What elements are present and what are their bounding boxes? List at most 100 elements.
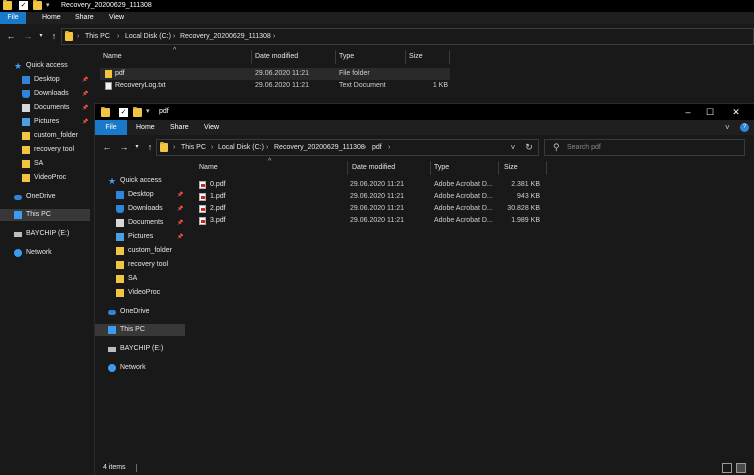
nav-item-sa[interactable]: SA [22, 158, 90, 170]
breadcrumb-chevron-icon[interactable]: › [211, 140, 213, 155]
breadcrumb-chevron-icon[interactable]: › [273, 29, 275, 44]
back-arrow-icon[interactable]: ← [101, 141, 113, 153]
breadcrumb-chevron-icon[interactable]: › [388, 140, 390, 155]
back-tab-view[interactable]: View [103, 12, 130, 24]
nav-item-quick-access[interactable]: ★ Quick access [108, 175, 185, 187]
help-icon[interactable]: ? [740, 123, 749, 132]
breadcrumb-chevron-icon[interactable]: › [266, 140, 268, 155]
quick-access-toolbar-dropdown-icon[interactable]: ▾ [146, 107, 150, 117]
nav-item-desktop[interactable]: Desktop 📌 [116, 189, 185, 201]
breadcrumb-chevron-icon[interactable]: › [117, 29, 119, 44]
nav-item-baychip-e[interactable]: BAYCHIP (E:) [108, 343, 185, 355]
front-col-date[interactable]: Date modified [352, 161, 395, 175]
nav-item-downloads[interactable]: Downloads 📌 [22, 88, 90, 100]
file-size: 1 KB [432, 82, 448, 89]
front-address-bar[interactable]: › This PC › Local Disk (C:) › Recovery_2… [156, 139, 539, 156]
file-row[interactable]: RecoveryLog.txt 29.06.2020 11:21 Text Docu… [100, 80, 450, 92]
breadcrumb-recovery-folder[interactable]: Recovery_20200629_111308 [180, 29, 271, 44]
back-address-bar[interactable]: › This PC › Local Disk (C:) › Recovery_2… [61, 28, 754, 45]
file-row[interactable]: 0.pdf 29.06.2020 11:21 Adobe Acrobat D... 2… [195, 179, 547, 191]
nav-item-this-pc[interactable]: This PC [95, 324, 185, 336]
quick-access-toolbar-dropdown-icon[interactable]: ▾ [46, 1, 50, 11]
large-icons-view-icon[interactable] [736, 463, 746, 473]
nav-item-documents[interactable]: Documents 📌 [116, 217, 185, 229]
nav-item-desktop[interactable]: Desktop 📌 [22, 74, 90, 86]
column-divider[interactable] [449, 50, 450, 64]
nav-item-pictures[interactable]: Pictures 📌 [116, 231, 185, 243]
front-tab-view[interactable]: View [198, 120, 225, 135]
minimize-icon[interactable]: – [677, 104, 699, 120]
recent-locations-chevron-icon[interactable]: ▾ [35, 30, 47, 42]
breadcrumb-chevron-icon[interactable]: › [173, 140, 175, 155]
nav-item-videoproc[interactable]: VideoProc [116, 287, 185, 299]
front-search-box[interactable]: ⚲ Search pdf [544, 139, 745, 156]
nav-item-network[interactable]: Network [14, 247, 90, 259]
address-dropdown-chevron-icon[interactable]: ˅ [507, 140, 519, 155]
properties-icon[interactable]: ✓ [19, 1, 28, 10]
breadcrumb-pdf[interactable]: pdf [372, 140, 382, 155]
nav-item-network[interactable]: Network [108, 362, 185, 374]
column-divider[interactable] [335, 50, 336, 64]
file-row[interactable]: 3.pdf 29.06.2020 11:21 Adobe Acrobat D... 1… [195, 215, 547, 227]
recent-locations-chevron-icon[interactable]: ▾ [131, 141, 143, 153]
forward-arrow-icon[interactable]: → [22, 30, 34, 42]
front-tab-home[interactable]: Home [130, 120, 161, 135]
column-divider[interactable] [251, 50, 252, 64]
breadcrumb-this-pc[interactable]: This PC [181, 140, 206, 155]
back-tab-home[interactable]: Home [36, 12, 67, 24]
up-arrow-icon[interactable]: ↑ [144, 141, 156, 153]
breadcrumb-recovery-folder[interactable]: Recovery_20200629_111308 [274, 140, 365, 155]
new-folder-icon[interactable] [33, 0, 42, 10]
breadcrumb-chevron-icon[interactable]: › [364, 140, 366, 155]
nav-item-onedrive[interactable]: OneDrive [14, 191, 90, 203]
nav-item-pictures[interactable]: Pictures 📌 [22, 116, 90, 128]
front-col-name[interactable]: Name [199, 161, 218, 175]
nav-item-custom-folder[interactable]: custom_folder [116, 245, 185, 257]
back-col-type[interactable]: Type [339, 50, 354, 64]
breadcrumb-local-disk[interactable]: Local Disk (C:) [125, 29, 171, 44]
nav-item-this-pc[interactable]: This PC [0, 209, 90, 221]
nav-item-recovery-tool[interactable]: recovery tool [22, 144, 90, 156]
nav-item-recovery-tool[interactable]: recovery tool [116, 259, 185, 271]
column-divider[interactable] [546, 161, 547, 175]
nav-item-videoproc[interactable]: VideoProc [22, 172, 90, 184]
back-col-size[interactable]: Size [409, 50, 423, 64]
column-divider[interactable] [430, 161, 431, 175]
properties-icon[interactable]: ✓ [119, 108, 128, 117]
file-row[interactable]: pdf 29.06.2020 11:21 File folder [100, 68, 450, 80]
nav-item-documents[interactable]: Documents 📌 [22, 102, 90, 114]
nav-item-custom-folder[interactable]: custom_folder [22, 130, 90, 142]
nav-item-baychip-e[interactable]: BAYCHIP (E:) [14, 228, 90, 240]
column-divider[interactable] [498, 161, 499, 175]
breadcrumb-this-pc[interactable]: This PC [85, 29, 110, 44]
nav-item-downloads[interactable]: Downloads 📌 [116, 203, 185, 215]
front-tab-share[interactable]: Share [164, 120, 195, 135]
forward-arrow-icon[interactable]: → [118, 141, 130, 153]
nav-item-onedrive[interactable]: OneDrive [108, 306, 185, 318]
breadcrumb-chevron-icon[interactable]: › [173, 29, 175, 44]
column-divider[interactable] [405, 50, 406, 64]
new-folder-icon[interactable] [133, 107, 142, 117]
details-view-icon[interactable] [722, 463, 732, 473]
back-col-date[interactable]: Date modified [255, 50, 298, 64]
breadcrumb-local-disk[interactable]: Local Disk (C:) [218, 140, 264, 155]
maximize-icon[interactable]: ☐ [699, 104, 721, 120]
breadcrumb-chevron-icon[interactable]: › [77, 29, 79, 44]
nav-item-sa[interactable]: SA [116, 273, 185, 285]
front-col-size[interactable]: Size [504, 161, 518, 175]
nav-item-label: BAYCHIP (E:) [120, 345, 164, 352]
refresh-icon[interactable]: ↻ [523, 140, 535, 155]
back-arrow-icon[interactable]: ← [5, 30, 17, 42]
front-col-type[interactable]: Type [434, 161, 449, 175]
front-tab-file[interactable]: File [95, 120, 127, 135]
up-arrow-icon[interactable]: ↑ [48, 30, 60, 42]
expand-ribbon-chevron-icon[interactable]: ˅ [725, 123, 730, 132]
back-col-name[interactable]: Name [103, 50, 122, 64]
nav-item-quick-access[interactable]: ★ Quick access [14, 60, 90, 72]
back-tab-share[interactable]: Share [69, 12, 100, 24]
file-row[interactable]: 1.pdf 29.06.2020 11:21 Adobe Acrobat D... 9… [195, 191, 547, 203]
close-icon[interactable]: ✕ [725, 104, 747, 120]
file-row[interactable]: 2.pdf 29.06.2020 11:21 Adobe Acrobat D... 3… [195, 203, 547, 215]
column-divider[interactable] [347, 161, 348, 175]
back-tab-file[interactable]: File [0, 12, 26, 24]
